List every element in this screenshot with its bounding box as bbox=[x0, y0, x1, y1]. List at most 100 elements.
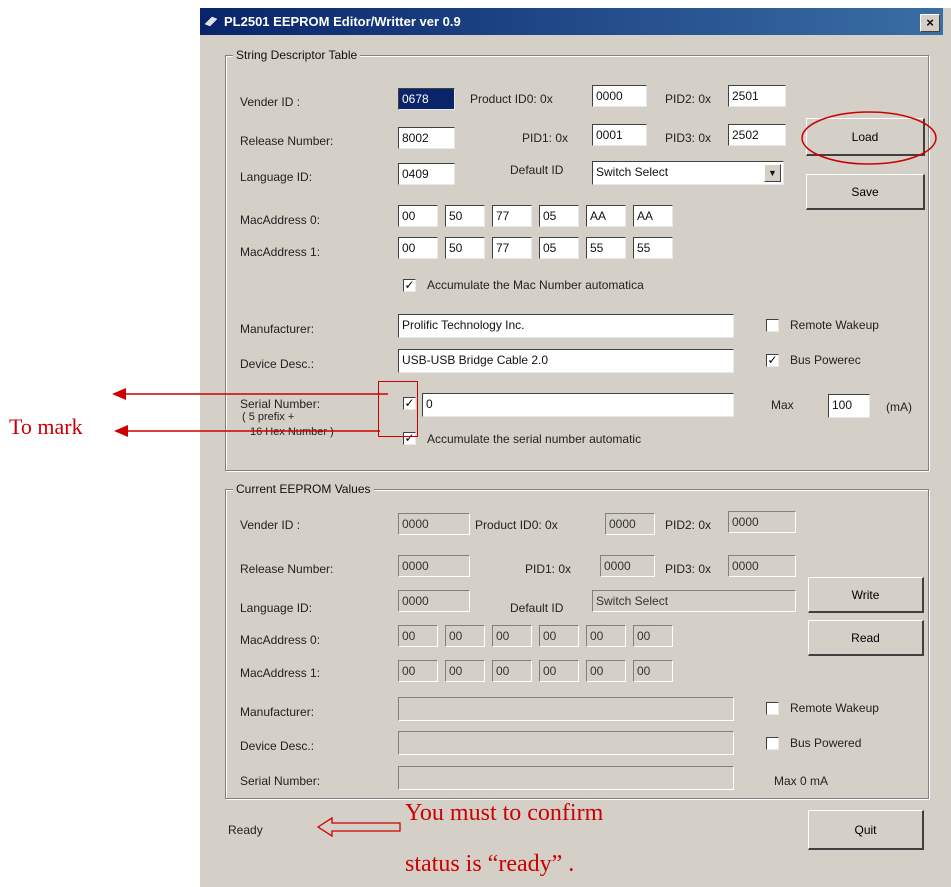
cur-device-desc-value bbox=[398, 731, 734, 755]
mac1-byte-6[interactable]: 55 bbox=[633, 237, 673, 259]
vender-id-label: Vender ID : bbox=[240, 95, 301, 109]
mac0-byte-6[interactable]: AA bbox=[633, 205, 673, 227]
cur-bus-powered-label: Bus Powered bbox=[790, 736, 862, 750]
quit-button[interactable]: Quit bbox=[808, 810, 924, 850]
default-id-label: Default ID bbox=[510, 163, 564, 177]
default-id-value: Switch Select bbox=[596, 165, 669, 179]
cur-mac1-byte-1: 00 bbox=[398, 660, 438, 682]
load-highlight-ellipse bbox=[801, 111, 937, 165]
accumulate-mac-label: Accumulate the Mac Number automatica bbox=[427, 278, 644, 292]
cur-mac0-label: MacAddress 0: bbox=[240, 633, 321, 647]
pid3-label: PID3: 0x bbox=[665, 131, 712, 145]
write-button[interactable]: Write bbox=[808, 577, 924, 613]
chevron-down-icon[interactable]: ▼ bbox=[764, 164, 781, 182]
mac0-byte-4[interactable]: 05 bbox=[539, 205, 579, 227]
cur-mac0-byte-3: 00 bbox=[492, 625, 532, 647]
mac0-byte-2[interactable]: 50 bbox=[445, 205, 485, 227]
app-icon bbox=[204, 16, 218, 27]
manufacturer-input[interactable]: Prolific Technology Inc. bbox=[398, 314, 734, 338]
cur-manufacturer-label: Manufacturer: bbox=[240, 705, 315, 719]
cur-default-id-value: Switch Select bbox=[592, 590, 796, 612]
editor-window: PL2501 EEPROM Editor/Writter ver 0.9 × S… bbox=[200, 8, 951, 887]
cur-mac1-byte-5: 00 bbox=[586, 660, 626, 682]
mac0-byte-1[interactable]: 00 bbox=[398, 205, 438, 227]
cur-pid3-label: PID3: 0x bbox=[665, 562, 712, 576]
mac-address-0-label: MacAddress 0: bbox=[240, 213, 321, 227]
max-current-input[interactable]: 100 bbox=[828, 394, 870, 418]
serial-number-input[interactable]: 0 bbox=[422, 393, 734, 417]
string-descriptor-title: String Descriptor Table bbox=[233, 48, 361, 62]
cur-pid1-value: 0000 bbox=[600, 555, 655, 577]
cur-language-value: 0000 bbox=[398, 590, 470, 612]
cur-pid1-label: PID1: 0x bbox=[525, 562, 572, 576]
title-bar[interactable]: PL2501 EEPROM Editor/Writter ver 0.9 × bbox=[200, 8, 943, 35]
cur-mac0-byte-4: 00 bbox=[539, 625, 579, 647]
language-id-label: Language ID: bbox=[240, 170, 313, 184]
pid1-label: PID1: 0x bbox=[522, 131, 569, 145]
cur-product-id0-label: Product ID0: 0x bbox=[475, 518, 558, 532]
vender-id-input[interactable]: 0678 bbox=[398, 88, 455, 110]
bus-powered-checkbox[interactable]: ✓ bbox=[766, 354, 779, 367]
pid1-input[interactable]: 0001 bbox=[592, 124, 647, 146]
mac1-byte-5[interactable]: 55 bbox=[586, 237, 626, 259]
mac1-byte-3[interactable]: 77 bbox=[492, 237, 532, 259]
cur-release-label: Release Number: bbox=[240, 562, 334, 576]
mac1-byte-2[interactable]: 50 bbox=[445, 237, 485, 259]
status-pointer-arrow bbox=[316, 816, 401, 838]
manufacturer-label: Manufacturer: bbox=[240, 322, 315, 336]
cur-pid2-label: PID2: 0x bbox=[665, 518, 712, 532]
cur-bus-powered-checkbox[interactable] bbox=[766, 737, 779, 750]
mac1-byte-4[interactable]: 05 bbox=[539, 237, 579, 259]
cur-release-value: 0000 bbox=[398, 555, 470, 577]
cur-serial-number-value bbox=[398, 766, 734, 790]
product-id0-input[interactable]: 0000 bbox=[592, 85, 647, 107]
cur-vender-id-value: 0000 bbox=[398, 513, 470, 535]
max-label: Max bbox=[771, 398, 794, 412]
bus-powered-label: Bus Powerec bbox=[790, 353, 861, 367]
accumulate-serial-label: Accumulate the serial number automatic bbox=[427, 432, 642, 446]
max-unit-label: (mA) bbox=[886, 400, 912, 414]
cur-mac1-byte-2: 00 bbox=[445, 660, 485, 682]
cur-mac1-label: MacAddress 1: bbox=[240, 666, 321, 680]
remote-wakeup-checkbox[interactable] bbox=[766, 319, 779, 332]
accumulate-mac-checkbox[interactable]: ✓ bbox=[403, 279, 416, 292]
mac0-byte-5[interactable]: AA bbox=[586, 205, 626, 227]
release-number-input[interactable]: 8002 bbox=[398, 127, 455, 149]
device-desc-input[interactable]: USB-USB Bridge Cable 2.0 bbox=[398, 349, 734, 373]
current-values-title: Current EEPROM Values bbox=[233, 482, 374, 496]
default-id-select[interactable]: Switch Select bbox=[592, 161, 784, 185]
status-text: Ready bbox=[228, 823, 263, 837]
mac1-byte-1[interactable]: 00 bbox=[398, 237, 438, 259]
close-button[interactable]: × bbox=[920, 14, 940, 32]
cur-mac0-byte-1: 00 bbox=[398, 625, 438, 647]
cur-max-label: Max 0 mA bbox=[774, 774, 829, 788]
language-id-input[interactable]: 0409 bbox=[398, 163, 455, 185]
cur-mac0-byte-6: 00 bbox=[633, 625, 673, 647]
read-button[interactable]: Read bbox=[808, 620, 924, 656]
mac-address-1-label: MacAddress 1: bbox=[240, 245, 321, 259]
mac0-byte-3[interactable]: 77 bbox=[492, 205, 532, 227]
window-title: PL2501 EEPROM Editor/Writter ver 0.9 bbox=[224, 14, 461, 29]
pid3-input[interactable]: 2502 bbox=[728, 124, 786, 146]
confirm-annotation-line1: You must to confirm bbox=[405, 800, 604, 826]
remote-wakeup-label: Remote Wakeup bbox=[790, 318, 879, 332]
product-id0-label: Product ID0: 0x bbox=[470, 92, 553, 106]
cur-pid3-value: 0000 bbox=[728, 555, 796, 577]
cur-product-id0-value: 0000 bbox=[605, 513, 655, 535]
cur-mac0-byte-5: 00 bbox=[586, 625, 626, 647]
cur-mac1-byte-3: 00 bbox=[492, 660, 532, 682]
release-number-label: Release Number: bbox=[240, 134, 334, 148]
confirm-annotation-line2: status is “ready” . bbox=[405, 851, 575, 877]
save-button[interactable]: Save bbox=[806, 174, 925, 210]
cur-default-id-label: Default ID bbox=[510, 601, 564, 615]
cur-remote-wakeup-label: Remote Wakeup bbox=[790, 701, 879, 715]
cur-serial-number-label: Serial Number: bbox=[240, 774, 321, 788]
cur-device-desc-label: Device Desc.: bbox=[240, 739, 315, 753]
cur-mac1-byte-4: 00 bbox=[539, 660, 579, 682]
pid2-input[interactable]: 2501 bbox=[728, 85, 786, 107]
cur-language-label: Language ID: bbox=[240, 601, 313, 615]
cur-vender-id-label: Vender ID : bbox=[240, 518, 301, 532]
cur-manufacturer-value bbox=[398, 697, 734, 721]
cur-remote-wakeup-checkbox[interactable] bbox=[766, 702, 779, 715]
pid2-label: PID2: 0x bbox=[665, 92, 712, 106]
